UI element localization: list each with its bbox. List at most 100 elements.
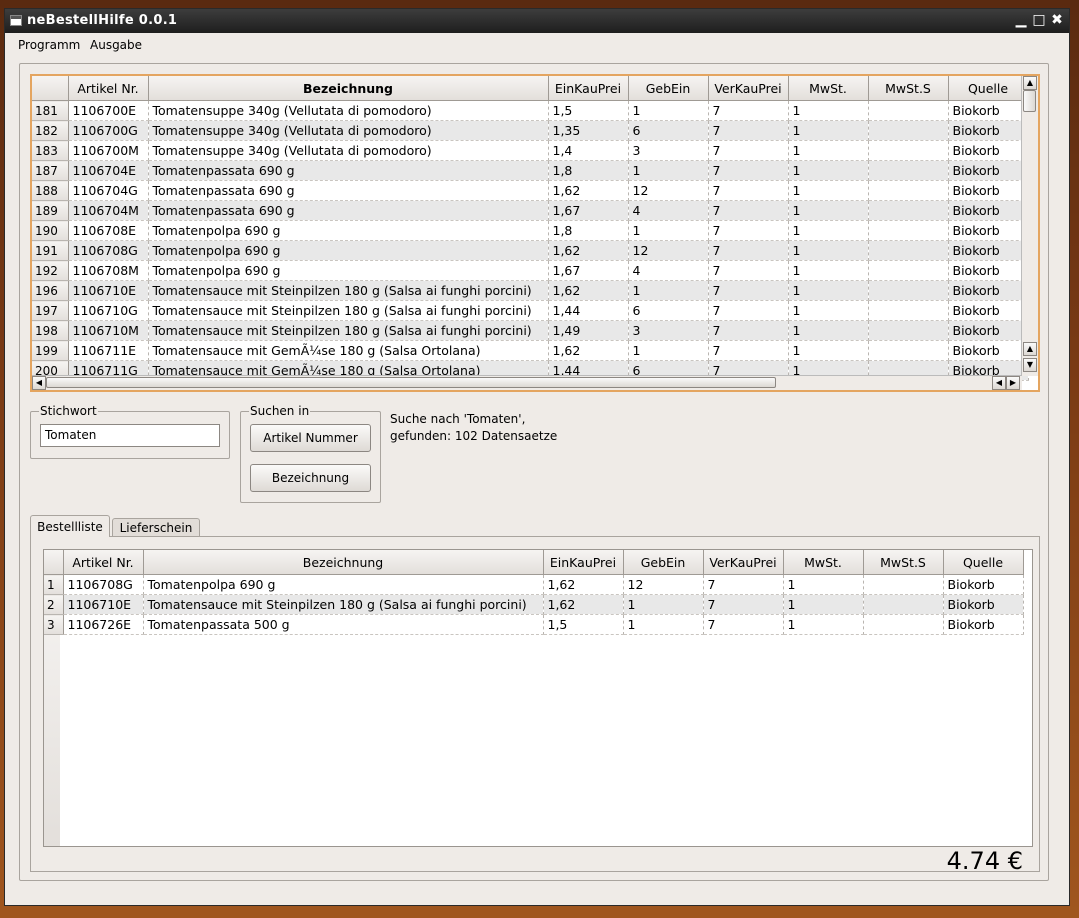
scroll-up-icon[interactable]: ▲: [1023, 76, 1037, 90]
cell-verkaufpreis[interactable]: 7: [708, 220, 789, 241]
cell-mwst[interactable]: 1: [788, 280, 869, 301]
col-header-bezeichnung[interactable]: Bezeichnung: [148, 76, 549, 101]
cell-gebein[interactable]: 1: [623, 594, 704, 615]
cell-verkaufpreis[interactable]: 7: [708, 120, 789, 141]
cell-artikel[interactable]: 1106708G: [68, 240, 149, 261]
minimize-icon[interactable]: ▁: [1013, 12, 1029, 28]
row-number[interactable]: 189: [32, 200, 69, 221]
cell-bezeichnung[interactable]: Tomatenpolpa 690 g: [148, 260, 549, 281]
table-row[interactable]: 3 1106726E Tomatenpassata 500 g 1,5 1 7 1 Bioko…: [44, 614, 1024, 635]
cell-mwsts[interactable]: [868, 200, 949, 221]
cell-bezeichnung[interactable]: Tomatensuppe 340g (Vellutata di pomodoro…: [148, 140, 549, 161]
cell-gebein[interactable]: 1: [628, 100, 709, 121]
row-number[interactable]: 196: [32, 280, 69, 301]
cell-mwsts[interactable]: [863, 594, 944, 615]
cell-artikel[interactable]: 1106710M: [68, 320, 149, 341]
cell-mwsts[interactable]: [868, 260, 949, 281]
cell-artikel[interactable]: 1106700M: [68, 140, 149, 161]
cell-bezeichnung[interactable]: Tomatensauce mit Steinpilzen 180 g (Sals…: [148, 300, 549, 321]
cell-artikel[interactable]: 1106708G: [63, 574, 144, 595]
cell-mwst[interactable]: 1: [788, 200, 869, 221]
row-number[interactable]: 182: [32, 120, 69, 141]
search-artikel-button[interactable]: Artikel Nummer: [250, 424, 371, 452]
cell-mwsts[interactable]: [868, 280, 949, 301]
col-header-mwst[interactable]: MwSt.: [783, 550, 864, 575]
table-row[interactable]: 197 1106710G Tomatensauce mit Steinpilzen …: [32, 300, 1029, 321]
col-header-mwst[interactable]: MwSt.: [788, 76, 869, 101]
row-number[interactable]: 199: [32, 340, 69, 361]
cell-mwsts[interactable]: [868, 300, 949, 321]
cell-gebein[interactable]: 6: [628, 300, 709, 321]
cell-mwsts[interactable]: [863, 614, 944, 635]
cell-artikel[interactable]: 1106704E: [68, 160, 149, 181]
cell-quelle[interactable]: Biokorb: [948, 180, 1029, 201]
table-row[interactable]: 191 1106708G Tomatenpolpa 690 g 1,62 12 7 1 Bio…: [32, 240, 1029, 261]
table-row[interactable]: 2 1106710E Tomatensauce mit Steinpilzen 18…: [44, 594, 1024, 615]
table-row[interactable]: 192 1106708M Tomatenpolpa 690 g 1,67 4 7 1 Biok…: [32, 260, 1029, 281]
cell-einkaufpreis[interactable]: 1,49: [548, 320, 629, 341]
col-header-einkaufpreis[interactable]: EinKauPrei: [548, 76, 629, 101]
cell-mwsts[interactable]: [868, 180, 949, 201]
cell-bezeichnung[interactable]: Tomatensauce mit Steinpilzen 180 g (Sals…: [148, 320, 549, 341]
row-number[interactable]: 1: [44, 574, 64, 595]
col-header-verkaufpreis[interactable]: VerKauPrei: [708, 76, 789, 101]
cell-verkaufpreis[interactable]: 7: [708, 280, 789, 301]
cell-bezeichnung[interactable]: Tomatenpassata 500 g: [143, 614, 544, 635]
cell-verkaufpreis[interactable]: 7: [708, 160, 789, 181]
col-header-quelle[interactable]: Quelle: [943, 550, 1024, 575]
cell-gebein[interactable]: 12: [623, 574, 704, 595]
table-row[interactable]: 187 1106704E Tomatenpassata 690 g 1,8 1 7 1 Bio…: [32, 160, 1029, 181]
row-number[interactable]: 190: [32, 220, 69, 241]
cell-gebein[interactable]: 1: [628, 280, 709, 301]
cell-artikel[interactable]: 1106710E: [63, 594, 144, 615]
cell-quelle[interactable]: Biokorb: [943, 594, 1024, 615]
col-header-gebein[interactable]: GebEin: [623, 550, 704, 575]
cell-bezeichnung[interactable]: Tomatenpolpa 690 g: [148, 220, 549, 241]
col-header-gebein[interactable]: GebEin: [628, 76, 709, 101]
cell-quelle[interactable]: Biokorb: [948, 140, 1029, 161]
cell-gebein[interactable]: 3: [628, 140, 709, 161]
col-header-artikel[interactable]: Artikel Nr.: [63, 550, 144, 575]
cell-artikel[interactable]: 1106711E: [68, 340, 149, 361]
row-number[interactable]: 197: [32, 300, 69, 321]
cell-verkaufpreis[interactable]: 7: [708, 140, 789, 161]
cell-verkaufpreis[interactable]: 7: [703, 594, 784, 615]
cell-quelle[interactable]: Biokorb: [943, 574, 1024, 595]
corner-header[interactable]: [32, 76, 69, 101]
search-bezeichnung-button[interactable]: Bezeichnung: [250, 464, 371, 492]
cell-bezeichnung[interactable]: Tomatensauce mit Steinpilzen 180 g (Sals…: [148, 280, 549, 301]
cell-quelle[interactable]: Biokorb: [948, 320, 1029, 341]
cell-einkaufpreis[interactable]: 1,8: [548, 220, 629, 241]
cell-gebein[interactable]: 12: [628, 180, 709, 201]
col-header-quelle[interactable]: Quelle: [948, 76, 1029, 101]
table-row[interactable]: 189 1106704M Tomatenpassata 690 g 1,67 4 7 1 Bi…: [32, 200, 1029, 221]
keyword-input[interactable]: Tomaten: [40, 424, 220, 447]
cell-quelle[interactable]: Biokorb: [948, 100, 1029, 121]
cell-mwsts[interactable]: [868, 320, 949, 341]
col-header-verkaufpreis[interactable]: VerKauPrei: [703, 550, 784, 575]
table-row[interactable]: 196 1106710E Tomatensauce mit Steinpilzen …: [32, 280, 1029, 301]
order-list-table[interactable]: Artikel Nr. Bezeichnung EinKauPrei GebEi…: [43, 549, 1033, 847]
cell-artikel[interactable]: 1106704M: [68, 200, 149, 221]
cell-quelle[interactable]: Biokorb: [943, 614, 1024, 635]
cell-einkaufpreis[interactable]: 1,62: [548, 280, 629, 301]
cell-verkaufpreis[interactable]: 7: [703, 614, 784, 635]
cell-einkaufpreis[interactable]: 1,67: [548, 260, 629, 281]
cell-mwsts[interactable]: [868, 120, 949, 141]
table-row[interactable]: 181 1106700E Tomatensuppe 340g (Vellutata …: [32, 100, 1029, 121]
menu-ausgabe[interactable]: Ausgabe: [90, 38, 142, 52]
cell-artikel[interactable]: 1106700G: [68, 120, 149, 141]
cell-verkaufpreis[interactable]: 7: [708, 180, 789, 201]
cell-mwsts[interactable]: [868, 160, 949, 181]
cell-bezeichnung[interactable]: Tomatensuppe 340g (Vellutata di pomodoro…: [148, 120, 549, 141]
cell-einkaufpreis[interactable]: 1,62: [548, 240, 629, 261]
cell-einkaufpreis[interactable]: 1,62: [548, 180, 629, 201]
cell-quelle[interactable]: Biokorb: [948, 300, 1029, 321]
tab-bestellliste[interactable]: Bestellliste: [30, 515, 110, 537]
cell-bezeichnung[interactable]: Tomatensauce mit GemÃ¼se 180 g (Salsa Or…: [148, 340, 549, 361]
cell-bezeichnung[interactable]: Tomatenpolpa 690 g: [148, 240, 549, 261]
cell-einkaufpreis[interactable]: 1,5: [543, 614, 624, 635]
cell-bezeichnung[interactable]: Tomatenpassata 690 g: [148, 160, 549, 181]
cell-mwst[interactable]: 1: [788, 180, 869, 201]
cell-einkaufpreis[interactable]: 1,4: [548, 140, 629, 161]
